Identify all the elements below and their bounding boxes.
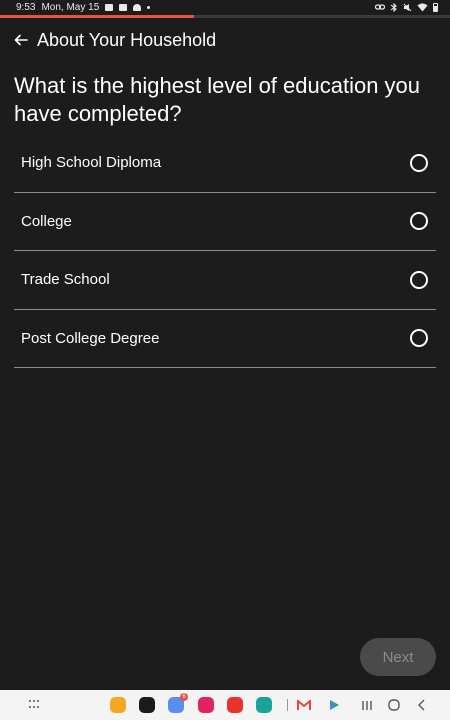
progress-fill [0,15,194,18]
app-header: About Your Household [10,28,216,52]
status-left: 9:53 Mon, May 15 [16,1,151,13]
status-bar: 9:53 Mon, May 15 [0,0,450,14]
option-high-school-diploma[interactable]: High School Diploma [14,134,436,193]
navigation-bar: 6 [0,690,450,720]
status-right [375,2,438,12]
battery-icon [433,2,438,12]
link-icon [375,4,385,10]
wifi-icon [417,3,428,11]
radio-button[interactable] [410,329,428,348]
black-app-icon[interactable] [139,697,155,713]
screen: 9:53 Mon, May 15 About Your Household Wh… [0,0,450,720]
bluetooth-icon [390,2,397,12]
recent-apps-icon[interactable] [360,698,374,712]
gallery-notification-icon [105,3,114,11]
option-college[interactable]: College [14,193,436,251]
option-trade-school[interactable]: Trade School [14,251,436,310]
meet-app-icon[interactable] [256,697,272,713]
camera-app-icon[interactable] [198,697,214,713]
calendar-badge: 6 [180,693,188,701]
option-label: High School Diploma [21,154,162,172]
radio-button[interactable] [410,270,428,289]
option-label: College [21,212,72,230]
flipboard-app-icon[interactable] [227,697,243,713]
option-label: Post College Degree [21,329,160,347]
app-notification-icon [119,3,128,11]
play-store-app-icon[interactable] [328,698,340,712]
back-button[interactable] [10,28,32,52]
radio-button[interactable] [410,153,428,172]
mute-icon [403,3,412,11]
notes-app-icon[interactable] [110,697,126,713]
next-button[interactable]: Next [360,638,436,676]
app-drawer-icon[interactable] [29,700,41,710]
gmail-app-icon[interactable] [297,698,311,712]
home-icon[interactable] [387,698,401,712]
cloud-notification-icon [133,3,142,11]
status-time: 9:53 [16,1,36,13]
option-post-college-degree[interactable]: Post College Degree [14,310,436,368]
radio-button[interactable] [410,212,428,231]
more-notifications-icon [147,5,151,9]
dock-separator [287,699,288,711]
options-list: High School Diploma College Trade School… [14,134,436,368]
back-arrow-icon [14,34,28,46]
question-text: What is the highest level of education y… [14,73,421,126]
back-nav-icon[interactable] [415,698,427,712]
progress-bar [0,15,450,18]
option-label: Trade School [21,271,110,289]
status-date: Mon, May 15 [41,1,100,13]
page-title: About Your Household [37,29,217,50]
calendar-app-icon[interactable]: 6 [168,693,188,713]
